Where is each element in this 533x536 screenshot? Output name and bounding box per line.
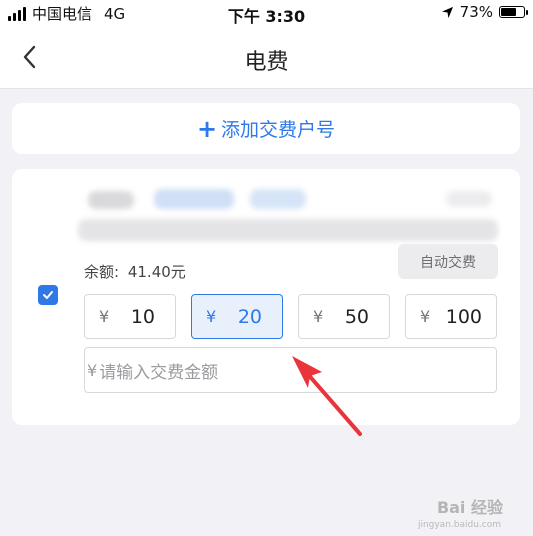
page-title: 电费 [244, 50, 289, 75]
blurred-account-address [78, 219, 498, 241]
add-account-label: 添加交费户号 [221, 119, 336, 141]
amount-option-50[interactable]: ¥ 50 [298, 294, 390, 339]
currency-symbol: ¥ [313, 307, 324, 326]
currency-symbol: ¥ [87, 360, 98, 380]
balance-label: 余额: [84, 263, 120, 281]
blurred-account-tag [250, 189, 306, 209]
annotation-arrow-icon [292, 356, 362, 436]
amount-value: 100 [445, 306, 482, 328]
battery-percent: 73% [459, 3, 493, 21]
currency-symbol: ¥ [99, 307, 110, 326]
account-checkbox[interactable] [38, 285, 58, 305]
watermark-url: jingyan.baidu.com [417, 520, 501, 530]
status-bar: 中国电信 4G 下午 3:30 73% [0, 0, 533, 26]
add-account-button[interactable]: + 添加交费户号 [12, 103, 520, 154]
location-arrow-icon [441, 6, 453, 18]
status-right: 73% [441, 3, 528, 21]
nav-bar: 电费 [0, 26, 533, 89]
currency-symbol: ¥ [420, 307, 431, 326]
blurred-account-extra [446, 191, 492, 207]
amount-value: 20 [237, 306, 262, 328]
amount-option-10[interactable]: ¥ 10 [84, 294, 176, 339]
checkmark-icon [43, 291, 53, 299]
account-card: 余额: 41.40元 自动交费 ¥ 10 ¥ 20 ¥ 50 ¥ 100 ¥ 请… [12, 169, 520, 425]
amount-option-100[interactable]: ¥ 100 [405, 294, 497, 339]
blurred-account-tag [154, 189, 234, 209]
balance-text: 余额: 41.40元 [84, 261, 186, 282]
watermark-logo: Bai 经验 [437, 494, 503, 518]
blurred-account-name [88, 191, 134, 209]
plus-icon: + [196, 114, 218, 143]
currency-symbol: ¥ [206, 307, 217, 326]
auto-pay-button[interactable]: 自动交费 [398, 244, 498, 279]
amount-input-placeholder: 请输入交费金额 [99, 362, 219, 383]
amount-value: 50 [344, 306, 369, 328]
watermark-text: Bai 经验 [436, 498, 503, 517]
battery-icon [499, 6, 528, 18]
amount-option-20[interactable]: ¥ 20 [191, 294, 283, 339]
balance-value: 41.40元 [127, 263, 186, 281]
amount-value: 10 [130, 306, 155, 328]
battery-fill [501, 8, 516, 16]
